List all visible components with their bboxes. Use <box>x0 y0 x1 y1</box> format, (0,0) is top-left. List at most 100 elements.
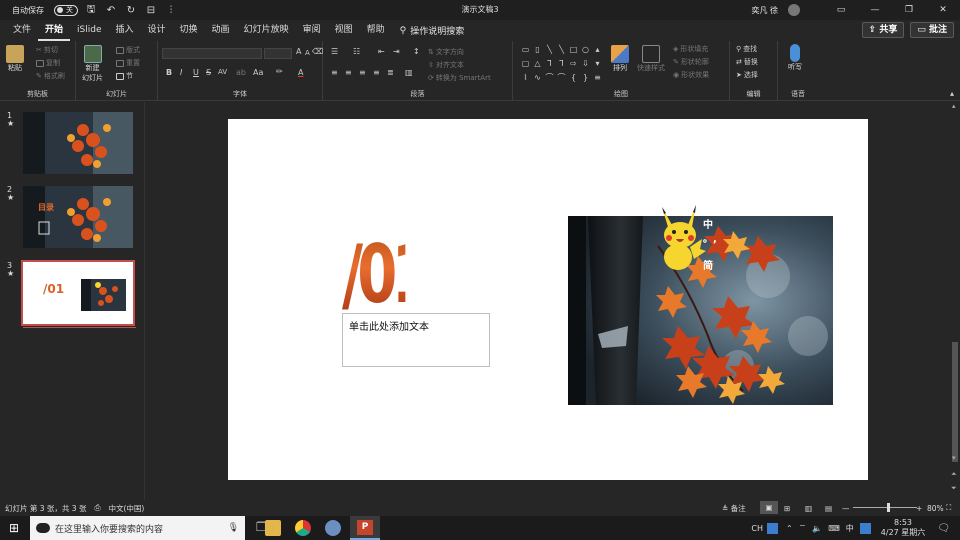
decrease-indent-icon[interactable]: ⇤ <box>378 47 385 56</box>
tab-design[interactable]: 设计 <box>141 20 173 41</box>
vertical-textbox-shape-icon[interactable]: ▯ <box>532 43 543 56</box>
line-spacing-icon[interactable]: ↕ <box>413 47 420 56</box>
ime-app-icon[interactable] <box>859 522 871 534</box>
undo-icon[interactable]: ↶ <box>104 3 118 17</box>
notes-button[interactable]: ≜ 备注 <box>722 503 746 514</box>
user-name[interactable]: 奕凡 徐 <box>751 5 778 16</box>
comments-button[interactable]: ▭ 批注 <box>910 22 954 38</box>
share-button[interactable]: ⇪ 共享 <box>861 22 905 38</box>
close-icon[interactable]: ✕ <box>926 0 960 20</box>
line-shape-icon[interactable]: ╲ <box>556 43 567 56</box>
windows-start-icon[interactable]: ⊞ <box>9 521 19 535</box>
textbox-shape-icon[interactable]: ▭ <box>520 43 531 56</box>
slide-thumbnail-2[interactable]: 目录 <box>23 186 133 248</box>
brace-shape-icon[interactable]: } <box>580 71 591 84</box>
scrollbar-thumb[interactable] <box>952 342 958 462</box>
slide-thumbnail-3[interactable]: /01 <box>21 260 135 326</box>
shape-fill-button[interactable]: ◈ 形状填充 <box>673 44 708 54</box>
previous-slide-icon[interactable]: ⏶ <box>951 470 957 479</box>
chrome-icon[interactable] <box>295 520 311 536</box>
next-slide-icon[interactable]: ⏷ <box>951 484 957 493</box>
network-icon[interactable]: ⌔ <box>799 523 807 533</box>
app-icon[interactable] <box>325 520 341 536</box>
restore-icon[interactable]: ❐ <box>892 0 926 20</box>
shape-effects-button[interactable]: ◉ 形状效果 <box>673 70 709 80</box>
ime-floating-char-2[interactable]: 。, <box>703 230 717 245</box>
file-explorer-icon[interactable] <box>265 520 281 536</box>
zoom-slider-knob[interactable] <box>887 503 891 512</box>
slideshow-icon[interactable]: ▤ <box>825 504 832 513</box>
customize-quick-access-icon[interactable]: ⫶ <box>164 3 178 17</box>
microphone-icon[interactable]: 🎙 <box>228 523 239 533</box>
line-shape-icon[interactable]: ╲ <box>544 43 555 56</box>
tab-insert[interactable]: 插入 <box>109 20 141 41</box>
vertical-scrollbar[interactable]: ▴ ▾ ⏶ ⏷ <box>950 102 960 500</box>
distributed-icon[interactable]: ≣ <box>387 68 394 77</box>
tab-file[interactable]: 文件 <box>6 20 38 41</box>
curve-shape-icon[interactable]: ⌒ <box>556 71 567 84</box>
text-placeholder[interactable]: 单击此处添加文本 <box>342 313 490 367</box>
shadow-button[interactable]: ab <box>236 68 246 77</box>
format-painter-button[interactable]: ✎ 格式刷 <box>36 71 65 81</box>
reset-button[interactable]: 重置 <box>116 58 140 68</box>
tab-slideshow[interactable]: 幻灯片放映 <box>237 20 296 41</box>
zoom-level[interactable]: 80% <box>927 504 944 513</box>
align-left-icon[interactable]: ≡ <box>331 68 338 77</box>
tab-help[interactable]: 帮助 <box>360 20 392 41</box>
ime-floating-char-3[interactable]: 简 <box>703 257 713 272</box>
layout-button[interactable]: 版式 <box>116 45 140 55</box>
text-direction-button[interactable]: ⇅ 文字方向 <box>428 47 464 57</box>
tab-view[interactable]: 视图 <box>328 20 360 41</box>
collapse-ribbon-icon[interactable]: ▴ <box>950 89 954 98</box>
powerpoint-taskbar-button[interactable]: P <box>350 516 380 540</box>
smartart-button[interactable]: ⟳ 转换为 SmartArt <box>428 73 491 83</box>
shapes-expand-icon[interactable]: ≡ <box>592 71 603 84</box>
italic-button[interactable]: I <box>180 68 182 77</box>
find-button[interactable]: ⚲ 查找 <box>736 44 757 54</box>
scroll-down-icon[interactable]: ▾ <box>952 454 956 462</box>
freeform-shape-icon[interactable]: ⌇ <box>520 71 531 84</box>
section-button[interactable]: 节 <box>116 71 133 81</box>
shape-outline-button[interactable]: ✎ 形状轮廓 <box>673 57 709 67</box>
copy-button[interactable]: 复制 <box>36 58 60 68</box>
rounded-rect-shape-icon[interactable]: ▢ <box>520 57 531 70</box>
clear-formatting-icon[interactable]: ⌫ <box>312 47 323 56</box>
columns-icon[interactable]: ▥ <box>405 68 413 77</box>
zoom-in-icon[interactable]: + <box>916 504 922 513</box>
language-status[interactable]: 中文(中国) <box>108 503 144 514</box>
font-name-combo[interactable] <box>162 48 262 59</box>
character-spacing-button[interactable]: AV <box>218 68 227 76</box>
spell-check-icon[interactable]: ⎙ <box>94 503 100 513</box>
slide-thumbnail-1[interactable] <box>23 112 133 174</box>
paste-button[interactable]: 粘贴 <box>6 45 24 73</box>
underline-button[interactable]: U <box>193 68 199 77</box>
shapes-gallery[interactable]: ▭ ▯ ╲ ╲ □ ○ ▴ ▢ △ ⅂ ⅂ ⇨ ⇩ ▾ ⌇ ∿ ⌒ ⌒{} ≡ <box>520 43 602 85</box>
present-from-start-icon[interactable]: ⊟ <box>144 3 158 17</box>
justify-icon[interactable]: ≡ <box>373 68 380 77</box>
keyboard-icon[interactable]: ⌨ <box>828 524 840 533</box>
pikachu-sticker[interactable] <box>656 203 706 273</box>
bold-button[interactable]: B <box>166 68 172 77</box>
highlight-icon[interactable]: ✏ <box>276 67 283 76</box>
align-right-icon[interactable]: ≡ <box>359 68 366 77</box>
more-shapes-icon[interactable]: ▾ <box>592 57 603 70</box>
minimize-icon[interactable]: — <box>858 0 892 20</box>
tab-review[interactable]: 审阅 <box>296 20 328 41</box>
strikethrough-button[interactable]: S <box>206 68 211 77</box>
connector-shape-icon[interactable]: ⅂ <box>556 57 567 70</box>
fit-to-window-icon[interactable]: ⛶ <box>946 503 951 513</box>
select-button[interactable]: ➤ 选择 <box>736 70 758 80</box>
align-text-button[interactable]: ⇳ 对齐文本 <box>428 60 464 70</box>
save-icon[interactable]: 🖫 <box>84 3 98 17</box>
oval-shape-icon[interactable]: ○ <box>580 43 591 56</box>
arrow-down-shape-icon[interactable]: ⇩ <box>580 57 591 70</box>
clock[interactable]: 8:53 4/27 星期六 <box>881 518 926 538</box>
reading-view-icon[interactable]: ▥ <box>805 504 812 513</box>
volume-icon[interactable]: 🔈 <box>812 524 822 533</box>
section-number-text[interactable]: /01 <box>342 235 432 315</box>
ime-tray-icon[interactable] <box>767 522 779 534</box>
new-slide-button[interactable]: 新建 幻灯片 <box>82 45 103 83</box>
avatar[interactable] <box>788 4 800 16</box>
more-shapes-icon[interactable]: ▴ <box>592 43 603 56</box>
ime-language[interactable]: CH <box>751 524 763 533</box>
